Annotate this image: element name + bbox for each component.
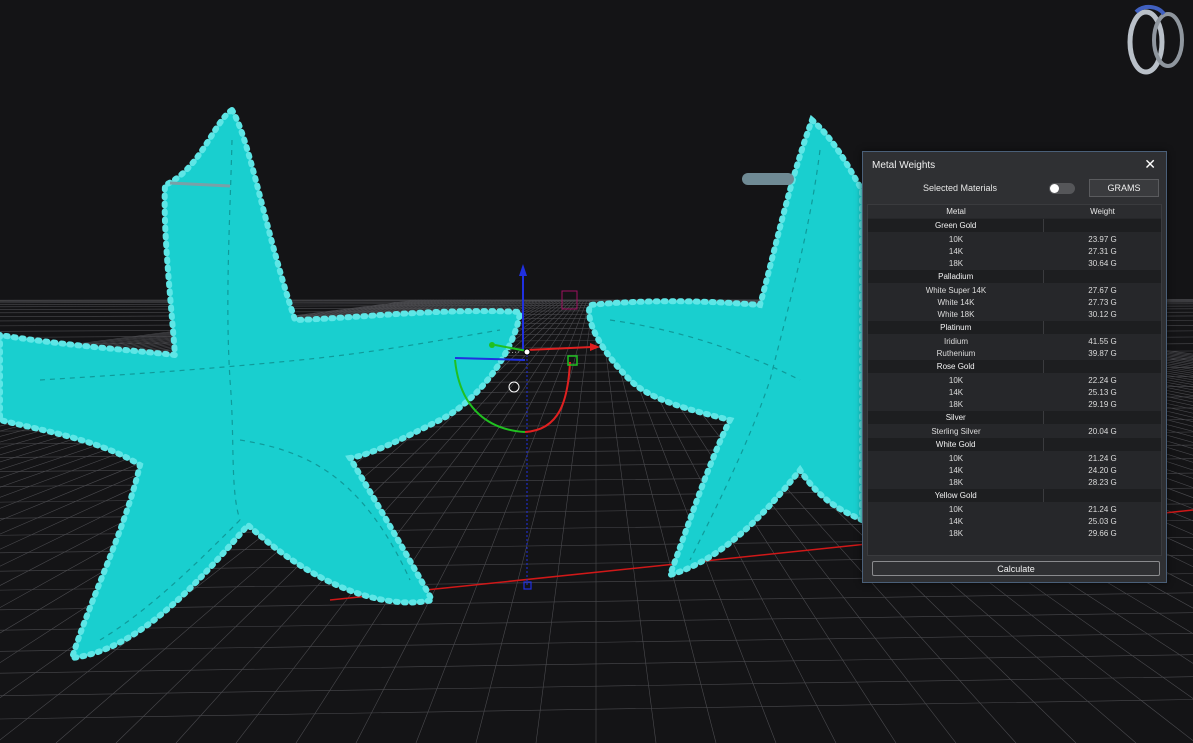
group-name: White Gold — [868, 438, 1045, 451]
calculate-button[interactable]: Calculate — [872, 561, 1160, 576]
metal-weights-panel: Metal Weights ✕ Selected Materials GRAMS… — [862, 151, 1167, 583]
units-button[interactable]: GRAMS — [1089, 179, 1159, 197]
table-row[interactable]: White Super 14K 27.67 G — [868, 284, 1161, 296]
table-row[interactable]: 14K 27.31 G — [868, 245, 1161, 257]
metal-cell: 18K — [948, 399, 964, 409]
metal-cell: 10K — [948, 234, 964, 244]
table-row[interactable]: 18K 30.64 G — [868, 257, 1161, 269]
group-row[interactable]: Silver — [868, 411, 1161, 424]
weight-cell: 28.23 G — [1088, 477, 1117, 487]
group-row[interactable]: Rose Gold — [868, 360, 1161, 373]
weight-cell: 20.04 G — [1088, 426, 1117, 436]
metal-cell: White Super 14K — [925, 285, 987, 295]
weight-cell: 29.66 G — [1088, 528, 1117, 538]
weight-cell: 39.87 G — [1088, 348, 1117, 358]
table-row[interactable]: 14K 25.03 G — [868, 515, 1161, 527]
group-row[interactable]: Palladium — [868, 270, 1161, 283]
table-row[interactable]: 14K 25.13 G — [868, 386, 1161, 398]
ring-icon[interactable] — [1118, 0, 1193, 80]
group-name: Silver — [868, 411, 1045, 424]
table-row[interactable]: Ruthenium 39.87 G — [868, 347, 1161, 359]
panel-header: Metal Weights ✕ — [863, 152, 1166, 178]
group-name: Palladium — [868, 270, 1045, 283]
table-row[interactable]: 10K 21.24 G — [868, 503, 1161, 515]
table-row[interactable]: 18K 29.66 G — [868, 527, 1161, 539]
group-row[interactable]: Yellow Gold — [868, 489, 1161, 502]
table-row[interactable]: 14K 24.20 G — [868, 464, 1161, 476]
group-row[interactable]: Green Gold — [868, 219, 1161, 232]
weights-table[interactable]: Metal Weight Green Gold 10K 23.97 G 14K 27.3… — [867, 204, 1162, 556]
table-row[interactable]: Iridium 41.55 G — [868, 335, 1161, 347]
weight-cell: 41.55 G — [1088, 336, 1117, 346]
metal-cell: 10K — [948, 504, 964, 514]
gizmo-center-icon[interactable] — [523, 348, 531, 356]
group-name: Rose Gold — [868, 360, 1045, 373]
toggle-knob — [1050, 184, 1059, 193]
table-row[interactable]: Sterling Silver 20.04 G — [868, 425, 1161, 437]
options-row: Selected Materials GRAMS — [863, 178, 1166, 200]
weight-cell: 25.13 G — [1088, 387, 1117, 397]
weight-cell: 22.24 G — [1088, 375, 1117, 385]
metal-cell: White 18K — [937, 309, 975, 319]
close-icon[interactable]: ✕ — [1144, 158, 1156, 172]
y-handle-icon[interactable] — [489, 342, 495, 348]
group-row[interactable]: White Gold — [868, 438, 1161, 451]
metal-cell: 14K — [948, 516, 964, 526]
table-row[interactable]: 10K 22.24 G — [868, 374, 1161, 386]
cylinder-primitive — [742, 173, 794, 185]
table-row[interactable]: White 14K 27.73 G — [868, 296, 1161, 308]
weight-cell: 23.97 G — [1088, 234, 1117, 244]
metal-cell: White 14K — [937, 297, 975, 307]
metal-cell: 14K — [948, 246, 964, 256]
table-row[interactable]: 18K 28.23 G — [868, 476, 1161, 488]
table-header: Metal Weight — [868, 205, 1161, 218]
column-header-weight[interactable]: Weight — [1044, 207, 1161, 216]
metal-cell: 10K — [948, 375, 964, 385]
weight-cell: 27.73 G — [1088, 297, 1117, 307]
column-header-metal[interactable]: Metal — [868, 207, 1044, 216]
weight-cell: 27.31 G — [1088, 246, 1117, 256]
metal-cell: 10K — [948, 453, 964, 463]
group-name: Green Gold — [868, 219, 1045, 232]
table-row[interactable]: 10K 21.24 G — [868, 452, 1161, 464]
table-row[interactable]: 10K 23.97 G — [868, 233, 1161, 245]
table-row[interactable]: 18K 29.19 G — [868, 398, 1161, 410]
weight-cell: 21.24 G — [1088, 504, 1117, 514]
selected-materials-toggle[interactable] — [1049, 183, 1075, 194]
metal-cell: 14K — [948, 387, 964, 397]
table-row[interactable]: White 18K 30.12 G — [868, 308, 1161, 320]
weight-cell: 25.03 G — [1088, 516, 1117, 526]
group-name: Platinum — [868, 321, 1045, 334]
panel-title: Metal Weights — [872, 159, 936, 171]
weight-cell: 21.24 G — [1088, 453, 1117, 463]
metal-cell: 18K — [948, 258, 964, 268]
group-name: Yellow Gold — [868, 489, 1045, 502]
group-row[interactable]: Platinum — [868, 321, 1161, 334]
metal-cell: 18K — [948, 477, 964, 487]
weight-cell: 30.64 G — [1088, 258, 1117, 268]
metal-cell: Iridium — [943, 336, 968, 346]
metal-cell: Ruthenium — [936, 348, 976, 358]
selected-materials-label: Selected Materials — [923, 183, 998, 193]
weight-cell: 29.19 G — [1088, 399, 1117, 409]
weight-cell: 24.20 G — [1088, 465, 1117, 475]
metal-cell: Sterling Silver — [931, 426, 981, 436]
metal-cell: 14K — [948, 465, 964, 475]
metal-cell: 18K — [948, 528, 964, 538]
weight-cell: 27.67 G — [1088, 285, 1117, 295]
table-body: Green Gold 10K 23.97 G 14K 27.31 G 18K 30.64 G… — [868, 219, 1161, 539]
weight-cell: 30.12 G — [1088, 309, 1117, 319]
